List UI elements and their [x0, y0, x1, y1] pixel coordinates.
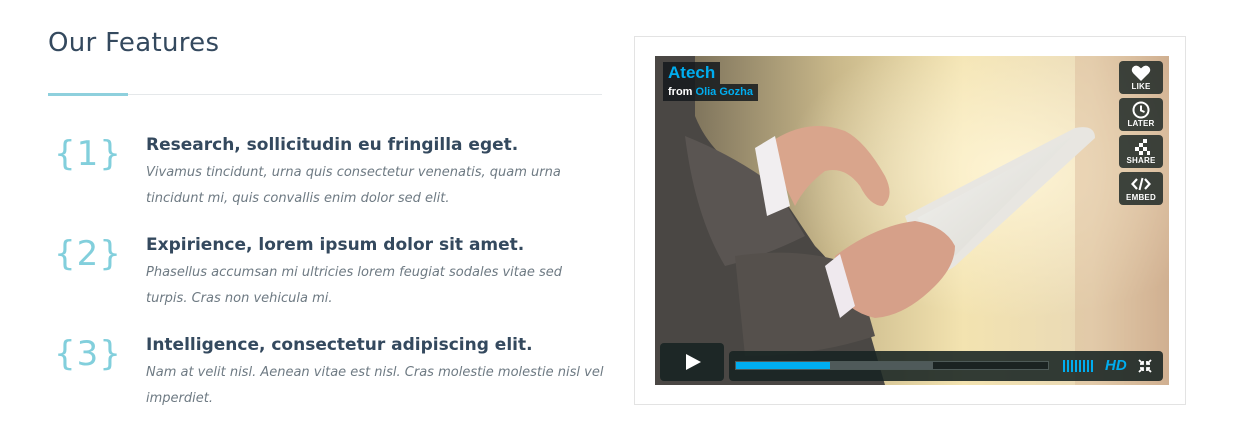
fullscreen-icon[interactable]: [1138, 359, 1152, 373]
hd-toggle[interactable]: HD: [1105, 357, 1127, 374]
title-divider: [48, 94, 602, 95]
feature-number: {2}: [54, 234, 122, 274]
feature-number: {3}: [54, 334, 122, 374]
byline-prefix: from: [668, 86, 693, 98]
like-label: LIKE: [1131, 82, 1151, 91]
progress-played: [736, 362, 830, 369]
video-author-link[interactable]: Olia Gozha: [696, 86, 753, 98]
title-accent-bar: [48, 93, 128, 96]
feature-title: Research, sollicitudin eu fringilla eget…: [146, 135, 519, 155]
feature-item-2: {2} Expirience, lorem ipsum dolor sit am…: [48, 234, 608, 324]
video-thumbnail: [655, 56, 1169, 385]
embed-icon: [1131, 177, 1151, 191]
feature-item-3: {3} Intelligence, consectetur adipiscing…: [48, 334, 608, 424]
feature-description: Nam at velit nisl. Aenean vitae est nisl…: [146, 365, 604, 406]
heart-icon: [1131, 65, 1151, 81]
clock-icon: [1132, 101, 1150, 119]
embed-label: EMBED: [1126, 193, 1156, 202]
embed-button[interactable]: EMBED: [1119, 172, 1163, 205]
section-title: Our Features: [48, 28, 220, 58]
play-button[interactable]: [660, 343, 724, 381]
progress-bar[interactable]: [735, 361, 1049, 370]
video-player[interactable]: Atech from Olia Gozha LIKE LATER SHARE E…: [655, 56, 1169, 385]
share-button[interactable]: SHARE: [1119, 135, 1163, 168]
video-title[interactable]: Atech: [663, 62, 721, 84]
feature-item-1: {1} Research, sollicitudin eu fringilla …: [48, 134, 608, 224]
feature-title: Intelligence, consectetur adipiscing eli…: [146, 335, 533, 355]
feature-title: Expirience, lorem ipsum dolor sit amet.: [146, 235, 525, 255]
volume-control[interactable]: [1063, 360, 1097, 372]
video-byline: from Olia Gozha: [663, 84, 758, 101]
feature-number: {1}: [54, 134, 122, 174]
feature-description: Vivamus tincidunt, urna quis consectetur…: [146, 165, 561, 206]
later-label: LATER: [1127, 119, 1155, 128]
share-icon: [1135, 139, 1150, 155]
watch-later-button[interactable]: LATER: [1119, 98, 1163, 131]
feature-description: Phasellus accumsan mi ultricies lorem fe…: [146, 265, 562, 306]
like-button[interactable]: LIKE: [1119, 61, 1163, 94]
play-icon: [686, 354, 701, 370]
share-label: SHARE: [1126, 156, 1156, 165]
video-control-bar: HD: [729, 351, 1163, 381]
